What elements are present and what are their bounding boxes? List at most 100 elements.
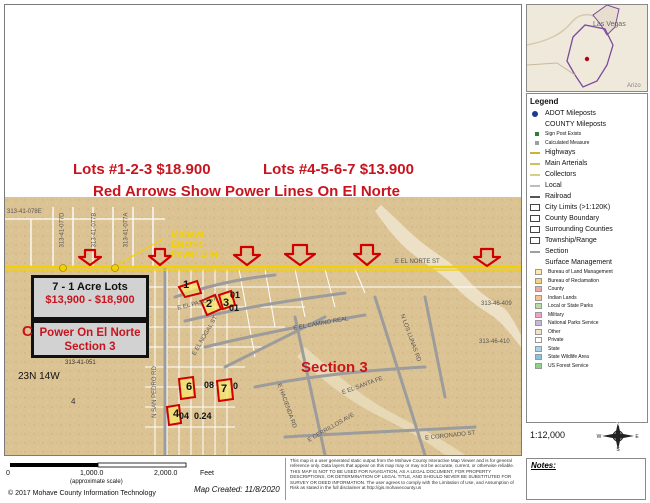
- legend-swatch: [530, 260, 540, 266]
- legend-item: Township/Range: [527, 235, 647, 246]
- legend-swatch: [535, 294, 542, 301]
- legend-item: ADOT Mileposts: [527, 108, 647, 119]
- legend-item-label: Bureau of Land Management: [548, 269, 613, 276]
- inset-map-graphic: [527, 5, 647, 91]
- legend-swatch: [530, 195, 540, 198]
- lot-acreage-label: 0: [233, 381, 239, 391]
- parcel-id-label: 313-46-410: [479, 339, 510, 345]
- legend-title: Legend: [530, 97, 559, 106]
- partial-label-c: C: [22, 323, 33, 340]
- legend-swatch: [535, 345, 542, 352]
- legend-item-label: City Limits (>1:120K): [545, 204, 611, 211]
- legend-item: Bureau of Land Management: [527, 268, 647, 277]
- legend-swatch: [530, 215, 540, 222]
- legend-item-label: Railroad: [545, 193, 572, 200]
- legend-item-label: Sign Post Exists: [545, 131, 582, 138]
- legend-swatch: [535, 337, 542, 344]
- compass-n: N: [616, 422, 620, 428]
- inset-label-arizona: Arizo: [627, 83, 641, 89]
- legend-item: Surrounding Counties: [527, 224, 647, 235]
- legend-swatch: [532, 110, 538, 117]
- compass-rose-icon: N S E W: [597, 422, 639, 452]
- mohave-label-line-3: Power Line: [171, 249, 220, 259]
- map-scale-ratio: 1:12,000: [530, 430, 566, 440]
- legend-item-label: Surface Management: [545, 259, 612, 266]
- road-label-el-norte: E EL NORTE ST: [395, 259, 440, 265]
- locator-inset-map[interactable]: Las Vegas Arizo: [526, 4, 648, 92]
- legend-item-label: Local: [545, 182, 562, 189]
- legend-swatch: [535, 286, 542, 293]
- scale-tick-2000: 2,000.0: [154, 470, 178, 477]
- inset-label-las-vegas: Las Vegas: [593, 21, 626, 28]
- lot-acreage-label: 04: [179, 411, 190, 421]
- mohave-electric-label: Mohave Electric Power Line: [171, 229, 219, 259]
- legend-swatch: [535, 311, 542, 318]
- parcel-id-label: 313-46-409: [481, 301, 512, 307]
- legend-item-label: Collectors: [545, 171, 577, 178]
- scale-note: (approximate scale): [70, 479, 123, 485]
- legend-items: ADOT Mileposts COUNTY Mileposts Sign Post …: [527, 108, 647, 370]
- legend-item: Main Arterials: [527, 158, 647, 169]
- parcel-id-label: 313-41-078E: [7, 209, 42, 215]
- compass-w: W: [597, 434, 602, 440]
- legend-swatch: [530, 184, 540, 187]
- location-marker: [584, 56, 590, 62]
- legend-item-label: Private: [548, 337, 564, 344]
- legend-swatch: [535, 303, 542, 310]
- notes-label: Notes:: [531, 461, 556, 470]
- parcel-id-label: 313-41-077D: [59, 212, 66, 248]
- legend-swatch: [535, 320, 542, 327]
- power-pole-marker: [111, 264, 119, 272]
- legend-item-label: Indian Lands: [548, 294, 577, 301]
- legend-swatch: [535, 132, 539, 137]
- legend-item-label: Highways: [545, 149, 576, 156]
- parcel-id-label: 4: [71, 397, 76, 406]
- legend-item-label: Military: [548, 311, 564, 318]
- lot-acreage-label: 01: [229, 303, 240, 313]
- legend-item-label: ADOT Mileposts: [545, 110, 596, 117]
- parcel-id-label: 313-41-051: [65, 360, 96, 366]
- legend-item: City Limits (>1:120K): [527, 202, 647, 213]
- legend-swatch: [530, 226, 540, 233]
- legend-item: Local: [527, 180, 647, 191]
- legend-swatch: [535, 362, 542, 369]
- legend-item: Local or State Parks: [527, 302, 647, 311]
- legend-item-label: Section: [545, 248, 569, 255]
- scale-tick-0: 0: [6, 470, 10, 477]
- legend-item: Calculated Measure: [527, 139, 647, 148]
- section-label: Section 3: [301, 359, 368, 376]
- legend-item: Railroad: [527, 191, 647, 202]
- legend-swatch: [535, 140, 539, 145]
- legend-item: State Wildlife Area: [527, 353, 647, 362]
- legend-item-label: National Parks Service: [548, 320, 599, 327]
- legend-item-label: State Wildlife Area: [548, 354, 589, 361]
- lot-label-7: 7: [221, 383, 228, 395]
- compass-s: S: [616, 447, 620, 452]
- notes-box: Notes:: [526, 458, 646, 500]
- legend-item: Section: [527, 246, 647, 257]
- lot-label-1: 1: [183, 279, 190, 291]
- power-box-line-1: Power On El Norte: [39, 327, 141, 339]
- legend-item-label: COUNTY Mileposts: [545, 121, 606, 128]
- lot-acreage-label: 0.24: [194, 411, 212, 421]
- parcel-id-label: 313-41-077A: [123, 212, 130, 248]
- legend-swatch: [530, 250, 540, 253]
- legend-item: State: [527, 345, 647, 354]
- legend-item: US Forest Service: [527, 362, 647, 371]
- township-range-label: 23N 14W: [18, 371, 60, 382]
- parcel-id-label: 313-41-077B: [91, 212, 98, 248]
- power-pole-marker: [59, 264, 67, 272]
- legend-item-label: Surrounding Counties: [545, 226, 613, 233]
- legend-item: County: [527, 285, 647, 294]
- lot-label-6: 6: [186, 381, 193, 393]
- legend-swatch: [535, 269, 542, 276]
- legend-item-label: Bureau of Reclamation: [548, 277, 599, 284]
- legend-swatch: [530, 122, 540, 128]
- compass-e: E: [635, 434, 639, 440]
- acre-lots-line-2: $13,900 - $18,900: [45, 294, 135, 306]
- acre-lots-line-1: 7 - 1 Acre Lots: [52, 281, 128, 293]
- legend-swatch: [535, 277, 542, 284]
- map-legend: Legend ADOT Mileposts COUNTY Mileposts Sig…: [526, 93, 648, 423]
- map-frame: Lots #1-2-3 $18.900 Lots #4-5-6-7 $13.90…: [4, 4, 522, 456]
- copyright-text: © 2017 Mohave County Information Technol…: [8, 490, 156, 497]
